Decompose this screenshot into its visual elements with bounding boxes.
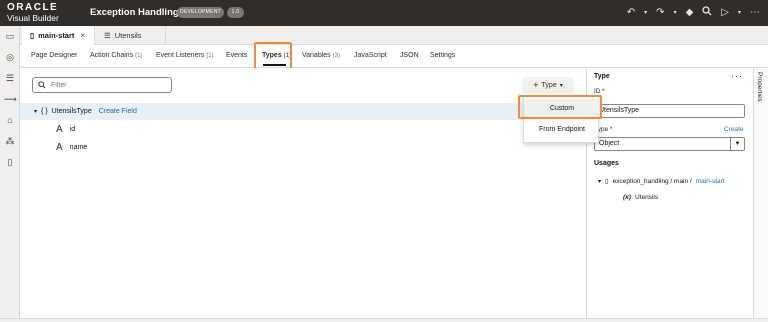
tab-json[interactable]: JSON: [400, 52, 419, 59]
variable-icon: (x): [623, 194, 631, 201]
id-field[interactable]: UtensilsType: [594, 104, 745, 118]
usage-variable-name: Utensils: [634, 194, 659, 201]
add-type-button[interactable]: + Type ▾: [522, 77, 574, 93]
properties-rail: Properties: [753, 68, 768, 318]
component-icon[interactable]: ⌂: [4, 114, 16, 126]
properties-panel: Type ··· ID * UtensilsType Type * Create…: [586, 68, 753, 318]
chevron-down-icon[interactable]: ▾: [674, 9, 677, 16]
custom-highlight: [518, 95, 602, 119]
create-field-link[interactable]: Create Field: [99, 108, 137, 115]
more-icon[interactable]: ⋯: [750, 7, 760, 18]
chevron-down-icon[interactable]: ▼: [730, 138, 744, 150]
file-tab-label: Utensils: [114, 31, 142, 40]
header-toolbar: ↶ ▾ ↷ ▾ ◆ ▷ ▾ ⋯: [627, 6, 760, 19]
environment-badge: DEVELOPMENT: [177, 7, 224, 18]
page-icon: ▯: [30, 31, 35, 40]
usage-variable[interactable]: (x) Utensils: [623, 194, 658, 201]
field-name: name: [69, 144, 88, 151]
field-row-id[interactable]: A id: [56, 121, 75, 138]
oracle-logo[interactable]: ORACLE Visual Builder: [7, 3, 77, 23]
monitor-icon[interactable]: ▭: [4, 30, 16, 42]
database-icon[interactable]: ☰: [4, 72, 16, 84]
object-braces-icon: { }: [41, 108, 48, 115]
tab-event-listeners[interactable]: Event Listeners (1): [156, 52, 214, 59]
page-icon: ▯: [605, 178, 609, 185]
usage-path: exception_handling / main /: [612, 177, 692, 185]
filter-input[interactable]: [51, 81, 161, 89]
version-badge: 1.0: [227, 7, 244, 18]
diamond-icon[interactable]: ◆: [686, 7, 694, 18]
more-options-icon[interactable]: ···: [731, 71, 743, 81]
play-icon[interactable]: ▷: [721, 7, 729, 18]
search-icon: [38, 81, 46, 89]
tab-variables[interactable]: Variables (3): [302, 52, 340, 59]
type-name: UtensilsType: [51, 108, 92, 115]
id-label: ID *: [594, 88, 605, 95]
tab-javascript[interactable]: JavaScript: [354, 52, 387, 59]
flow-icon[interactable]: ⟿: [4, 93, 17, 105]
type-select-value: Object: [599, 140, 620, 147]
tab-page-designer[interactable]: Page Designer: [31, 52, 77, 59]
file-tab-utensils[interactable]: ☰ Utensils: [96, 26, 166, 45]
plus-icon: +: [533, 80, 539, 90]
globe-icon[interactable]: ◎: [4, 51, 16, 63]
expand-triangle-icon[interactable]: ▾: [598, 178, 601, 185]
create-type-link[interactable]: Create: [724, 126, 744, 133]
type-row-utensilstype[interactable]: ▾ { } UtensilsType Create Field: [20, 103, 586, 120]
tab-action-chains[interactable]: Action Chains (1): [90, 52, 143, 59]
tab-settings[interactable]: Settings: [430, 52, 455, 59]
database-icon: ☰: [104, 31, 111, 40]
chevron-down-icon[interactable]: ▾: [644, 9, 647, 16]
chevron-down-icon: ▾: [559, 82, 563, 89]
network-icon[interactable]: ⁂: [4, 135, 16, 147]
add-type-label: Type: [541, 81, 557, 89]
expand-triangle-icon[interactable]: ▾: [34, 108, 37, 115]
properties-rail-tab[interactable]: Properties: [756, 72, 763, 102]
menu-item-from-endpoint[interactable]: From Endpoint: [524, 120, 600, 140]
chevron-down-icon[interactable]: ▾: [738, 9, 741, 16]
tab-events[interactable]: Events: [226, 52, 247, 59]
usage-item[interactable]: ▾ ▯ exception_handling / main / main-sta…: [598, 177, 725, 186]
redo-icon[interactable]: ↷: [656, 7, 664, 18]
string-type-icon: A: [56, 142, 63, 153]
usage-link[interactable]: main-start: [696, 178, 725, 185]
app-title: Exception Handling: [90, 7, 179, 18]
file-tabs: ▯ main-start × ☰ Utensils: [20, 26, 768, 45]
file-tab-label: main-start: [38, 31, 75, 40]
usages-heading: Usages: [594, 160, 619, 167]
header-bar: ORACLE Visual Builder Exception Handling…: [0, 0, 768, 26]
designer-tabs: Page Designer Action Chains (1) Event Li…: [20, 45, 768, 68]
field-name: id: [69, 126, 76, 133]
search-icon[interactable]: [702, 6, 712, 19]
logo-product-text: Visual Builder: [7, 13, 59, 23]
left-navigator-rail: ▭ ◎ ☰ ⟿ ⌂ ⁂ ▯: [0, 26, 20, 322]
file-tab-main-start[interactable]: ▯ main-start ×: [22, 26, 95, 45]
type-select[interactable]: Object ▼: [594, 137, 745, 151]
field-row-name[interactable]: A name: [56, 139, 87, 156]
undo-icon[interactable]: ↶: [627, 7, 635, 18]
types-editor: + Type ▾ ▾ { } UtensilsType Create Field…: [20, 68, 586, 318]
bottom-status-bar: [0, 318, 768, 322]
string-type-icon: A: [56, 124, 63, 135]
filter-field[interactable]: [32, 77, 172, 93]
properties-title: Type: [594, 73, 610, 80]
file-icon[interactable]: ▯: [4, 156, 16, 168]
close-icon[interactable]: ×: [80, 31, 85, 40]
logo-oracle-text: ORACLE: [7, 2, 59, 13]
